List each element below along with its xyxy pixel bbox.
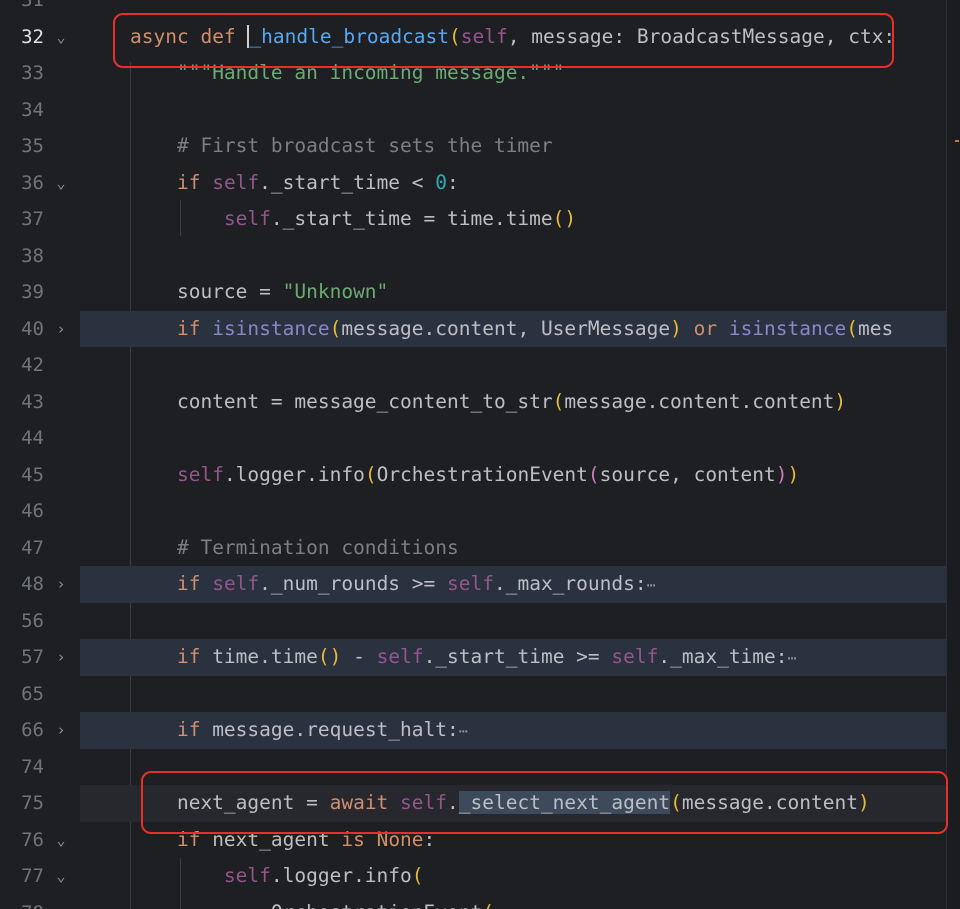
chevron-down-icon[interactable]: ⌄: [52, 822, 70, 859]
code-text[interactable]: if self._start_time < 0:: [130, 165, 459, 202]
line-number[interactable]: 34: [0, 92, 44, 129]
code-line-77[interactable]: 77 ⌄ self.logger.info(: [0, 858, 960, 895]
line-number[interactable]: 44: [0, 420, 44, 457]
line-number[interactable]: 48: [0, 566, 44, 603]
code-text[interactable]: self.logger.info(OrchestrationEvent(sour…: [130, 457, 799, 494]
code-text[interactable]: # First broadcast sets the timer: [130, 128, 553, 165]
chevron-down-icon[interactable]: ⌄: [52, 19, 70, 56]
code-line-34[interactable]: 34: [0, 92, 960, 129]
line-number[interactable]: 75: [0, 785, 44, 822]
code-line-45[interactable]: 45 self.logger.info(OrchestrationEvent(s…: [0, 457, 960, 494]
line-number[interactable]: 33: [0, 55, 44, 92]
code-line-56[interactable]: 56: [0, 603, 960, 640]
line-number[interactable]: 38: [0, 238, 44, 275]
code-line-43[interactable]: 43 content = message_content_to_str(mess…: [0, 384, 960, 421]
code-line-37[interactable]: 37 self._start_time = time.time(): [0, 201, 960, 238]
line-number[interactable]: 43: [0, 384, 44, 421]
line-number[interactable]: 32: [0, 19, 44, 56]
folded-region-placeholder[interactable]: ⋯: [788, 649, 797, 667]
code-text[interactable]: # Termination conditions: [130, 530, 459, 567]
line-number[interactable]: 65: [0, 676, 44, 713]
code-text[interactable]: source = "Unknown": [130, 274, 388, 311]
highlight-annotation-select-next-agent: [141, 771, 948, 834]
chevron-right-icon[interactable]: ›: [52, 639, 70, 676]
line-number[interactable]: 31: [0, 0, 44, 19]
code-editor[interactable]: 31 32 ⌄ async def _handle_broadcast(self, m…: [0, 0, 960, 909]
code-line-42[interactable]: 42: [0, 347, 960, 384]
line-number[interactable]: 74: [0, 749, 44, 786]
code-line-38[interactable]: 38: [0, 238, 960, 275]
line-number[interactable]: 45: [0, 457, 44, 494]
code-line-65[interactable]: 65: [0, 676, 960, 713]
code-text[interactable]: if message.request_halt:⋯: [130, 712, 468, 750]
folded-region-placeholder[interactable]: ⋯: [459, 722, 468, 740]
line-number[interactable]: 37: [0, 201, 44, 238]
folded-region-placeholder[interactable]: ⋯: [647, 576, 656, 594]
code-text[interactable]: content = message_content_to_str(message…: [130, 384, 846, 421]
code-text[interactable]: if time.time() - self._start_time >= sel…: [130, 639, 797, 677]
code-line-48[interactable]: 48 › if self._num_rounds >= self._max_rou…: [0, 566, 960, 603]
code-line-78[interactable]: 78 OrchestrationEvent(: [0, 895, 960, 909]
chevron-right-icon[interactable]: ›: [52, 712, 70, 749]
code-line-57[interactable]: 57 › if time.time() - self._start_time >=…: [0, 639, 960, 676]
code-line-35[interactable]: 35 # First broadcast sets the timer: [0, 128, 960, 165]
line-number[interactable]: 39: [0, 274, 44, 311]
line-number[interactable]: 77: [0, 858, 44, 895]
line-number[interactable]: 46: [0, 493, 44, 530]
code-text[interactable]: self.logger.info(: [130, 858, 424, 895]
chevron-down-icon[interactable]: ⌄: [52, 165, 70, 202]
line-number[interactable]: 76: [0, 822, 44, 859]
code-text[interactable]: self._start_time = time.time(): [130, 201, 576, 238]
chevron-right-icon[interactable]: ›: [52, 566, 70, 603]
line-number[interactable]: 40: [0, 311, 44, 348]
chevron-down-icon[interactable]: ⌄: [52, 858, 70, 895]
code-text[interactable]: if isinstance(message.content, UserMessa…: [130, 311, 893, 348]
code-line-46[interactable]: 46: [0, 493, 960, 530]
highlight-annotation-function-def: [113, 13, 894, 68]
chevron-right-icon[interactable]: ›: [52, 311, 70, 348]
code-line-44[interactable]: 44: [0, 420, 960, 457]
code-line-39[interactable]: 39 source = "Unknown": [0, 274, 960, 311]
line-number[interactable]: 36: [0, 165, 44, 202]
code-line-36[interactable]: 36 ⌄ if self._start_time < 0:: [0, 165, 960, 202]
code-text[interactable]: OrchestrationEvent(: [130, 895, 494, 909]
line-number[interactable]: 35: [0, 128, 44, 165]
line-number[interactable]: 42: [0, 347, 44, 384]
code-text[interactable]: if self._num_rounds >= self._max_rounds:…: [130, 566, 656, 604]
line-number[interactable]: 56: [0, 603, 44, 640]
code-line-66[interactable]: 66 › if message.request_halt:⋯: [0, 712, 960, 749]
line-number[interactable]: 57: [0, 639, 44, 676]
code-line-47[interactable]: 47 # Termination conditions: [0, 530, 960, 567]
line-number[interactable]: 47: [0, 530, 44, 567]
line-number[interactable]: 78: [0, 895, 44, 909]
code-line-40[interactable]: 40 › if isinstance(message.content, UserM…: [0, 310, 960, 348]
line-number[interactable]: 66: [0, 712, 44, 749]
